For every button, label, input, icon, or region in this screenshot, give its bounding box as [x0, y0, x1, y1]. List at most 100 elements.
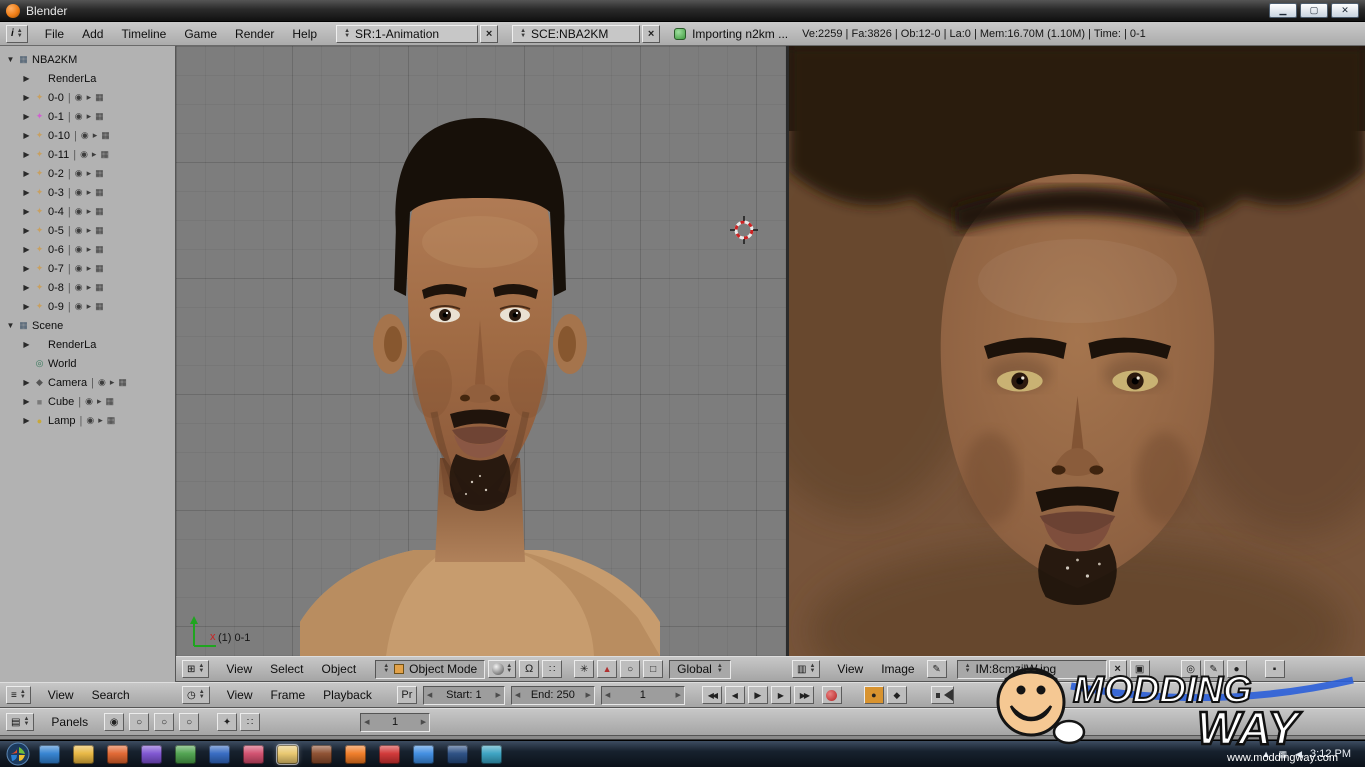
blender-icon[interactable]	[345, 745, 366, 764]
outliner-item-label[interactable]: World	[48, 358, 77, 370]
preview-button[interactable]: Pr	[397, 686, 417, 704]
visibility-toggle-icon[interactable]: ◉	[80, 149, 88, 160]
editor-type-button[interactable]: ⊞	[182, 660, 209, 678]
outliner-item-label[interactable]: RenderLa	[48, 73, 96, 85]
menu-frame[interactable]: Frame	[261, 688, 314, 702]
context-object-button[interactable]: ○	[179, 713, 199, 731]
expand-arrow-icon[interactable]: ▶	[20, 226, 33, 235]
outliner-item-label[interactable]: Cube	[48, 396, 74, 408]
viewport-3d[interactable]: x (1) 0-1	[176, 46, 786, 656]
volume-icon[interactable]: ◀	[1295, 749, 1302, 760]
renderable-toggle-icon[interactable]: ▦	[95, 263, 104, 274]
expand-arrow-icon[interactable]: ▶	[20, 93, 33, 102]
selectable-toggle-icon[interactable]: ▸	[87, 263, 92, 274]
visibility-toggle-icon[interactable]: ◉	[75, 206, 83, 217]
outliner-item-label[interactable]: Lamp	[48, 415, 76, 427]
outliner-item-label[interactable]: 0-6	[48, 244, 64, 256]
visibility-toggle-icon[interactable]: ◉	[75, 263, 83, 274]
expand-arrow-icon[interactable]: ▶	[20, 169, 33, 178]
next-frame-button[interactable]: ▶	[771, 686, 791, 704]
start-frame-field[interactable]: Start: 1	[423, 686, 505, 705]
outliner-panel[interactable]: ▼▦NBA2KM▶RenderLa▶✦0-0|◉▸▦▶✦0-1|◉▸▦▶✦0-1…	[0, 46, 176, 682]
renderable-toggle-icon[interactable]: ▦	[95, 225, 104, 236]
image-unlink-button[interactable]: ×	[1109, 660, 1127, 678]
outliner-row[interactable]: ▼▦NBA2KM	[0, 50, 175, 69]
menu-help[interactable]: Help	[283, 27, 326, 41]
menu-timeline[interactable]: Timeline	[112, 27, 175, 41]
pin-button[interactable]: ◎	[1181, 660, 1201, 678]
browser-red-icon[interactable]	[379, 745, 400, 764]
outliner-item-label[interactable]: 0-5	[48, 225, 64, 237]
renderable-toggle-icon[interactable]: ▦	[95, 111, 104, 122]
outliner-row[interactable]: ▶✦0-5|◉▸▦	[0, 221, 175, 240]
menu-file[interactable]: File	[36, 27, 73, 41]
uv-image-editor[interactable]	[786, 46, 1365, 656]
visibility-toggle-icon[interactable]: ◉	[86, 415, 94, 426]
context-logic-button[interactable]: ◉	[104, 713, 124, 731]
folder-icon[interactable]	[73, 745, 94, 764]
visibility-toggle-icon[interactable]: ◉	[81, 130, 89, 141]
menu-view[interactable]: View	[828, 662, 872, 676]
selectable-toggle-icon[interactable]: ▸	[87, 244, 92, 255]
renderable-toggle-icon[interactable]: ▦	[106, 396, 115, 407]
renderable-toggle-icon[interactable]: ▦	[95, 244, 104, 255]
selectable-toggle-icon[interactable]: ▸	[110, 377, 115, 388]
screen-selector[interactable]: SR:1-Animation	[336, 25, 478, 43]
outliner-row[interactable]: ▶✦0-1|◉▸▦	[0, 107, 175, 126]
outliner-item-label[interactable]: 0-9	[48, 301, 64, 313]
outliner-row[interactable]: ▶✦0-6|◉▸▦	[0, 240, 175, 259]
outliner-item-label[interactable]: 0-8	[48, 282, 64, 294]
orientation-dropdown[interactable]: Global	[669, 660, 731, 679]
buttons-frame-field[interactable]: 1	[360, 713, 430, 732]
utility-app-icon[interactable]	[311, 745, 332, 764]
media-center-icon[interactable]	[481, 745, 502, 764]
menu-add[interactable]: Add	[73, 27, 112, 41]
menu-object[interactable]: Object	[313, 662, 366, 676]
expand-arrow-icon[interactable]: ▶	[20, 245, 33, 254]
play-button[interactable]: ▶	[748, 686, 768, 704]
outliner-row[interactable]: ▶✦0-3|◉▸▦	[0, 183, 175, 202]
manipulator-rotate-button[interactable]: ○	[620, 660, 640, 678]
office-app-icon[interactable]	[209, 745, 230, 764]
expand-arrow-icon[interactable]: ▶	[20, 397, 33, 406]
renderable-toggle-icon[interactable]: ▦	[100, 149, 109, 160]
outliner-item-label[interactable]: 0-7	[48, 263, 64, 275]
snap-button[interactable]: ∷	[542, 660, 562, 678]
screen-delete-button[interactable]: ×	[480, 25, 498, 43]
expand-arrow-icon[interactable]: ▶	[20, 378, 33, 387]
context-script-button[interactable]: ○	[129, 713, 149, 731]
selectable-toggle-icon[interactable]: ▸	[92, 149, 97, 160]
start-button[interactable]	[6, 742, 30, 766]
outliner-item-label[interactable]: RenderLa	[48, 339, 96, 351]
outliner-row[interactable]: ▶◆Camera|◉▸▦	[0, 373, 175, 392]
internet-explorer-icon[interactable]	[413, 745, 434, 764]
selectable-toggle-icon[interactable]: ▸	[87, 111, 92, 122]
editor-type-button[interactable]: ≡	[6, 686, 31, 704]
visibility-toggle-icon[interactable]: ◉	[75, 244, 83, 255]
scene-delete-button[interactable]: ×	[642, 25, 660, 43]
outliner-row[interactable]: ▶✦0-2|◉▸▦	[0, 164, 175, 183]
photo-viewer-icon[interactable]	[141, 745, 162, 764]
expand-arrow-icon[interactable]: ▶	[20, 264, 33, 273]
outliner-item-label[interactable]: 0-10	[48, 130, 70, 142]
selectable-toggle-icon[interactable]: ▸	[87, 282, 92, 293]
jump-to-end-button[interactable]: ▶▶	[794, 686, 814, 704]
close-button[interactable]: ✕	[1331, 3, 1359, 18]
visibility-toggle-icon[interactable]: ◉	[75, 225, 83, 236]
expand-arrow-icon[interactable]: ▶	[20, 150, 33, 159]
editor-type-button[interactable]: ◷	[182, 686, 210, 704]
record-button[interactable]	[822, 686, 842, 704]
selectable-toggle-icon[interactable]: ▸	[97, 396, 102, 407]
mask-button[interactable]: ●	[1227, 660, 1247, 678]
titlebar[interactable]: Blender ▁ ▢ ✕	[0, 0, 1365, 22]
expand-arrow-icon[interactable]: ▶	[20, 74, 33, 83]
bluetooth-icon[interactable]	[39, 745, 60, 764]
outliner-item-label[interactable]: 0-1	[48, 111, 64, 123]
mode-dropdown[interactable]: Object Mode	[375, 660, 485, 679]
expand-arrow-icon[interactable]: ▶	[20, 112, 33, 121]
renderable-toggle-icon[interactable]: ▦	[95, 301, 104, 312]
visibility-toggle-icon[interactable]: ◉	[98, 377, 106, 388]
expand-arrow-icon[interactable]: ▶	[20, 302, 33, 311]
new-image-button[interactable]: ✎	[927, 660, 947, 678]
outliner-item-label[interactable]: 0-4	[48, 206, 64, 218]
